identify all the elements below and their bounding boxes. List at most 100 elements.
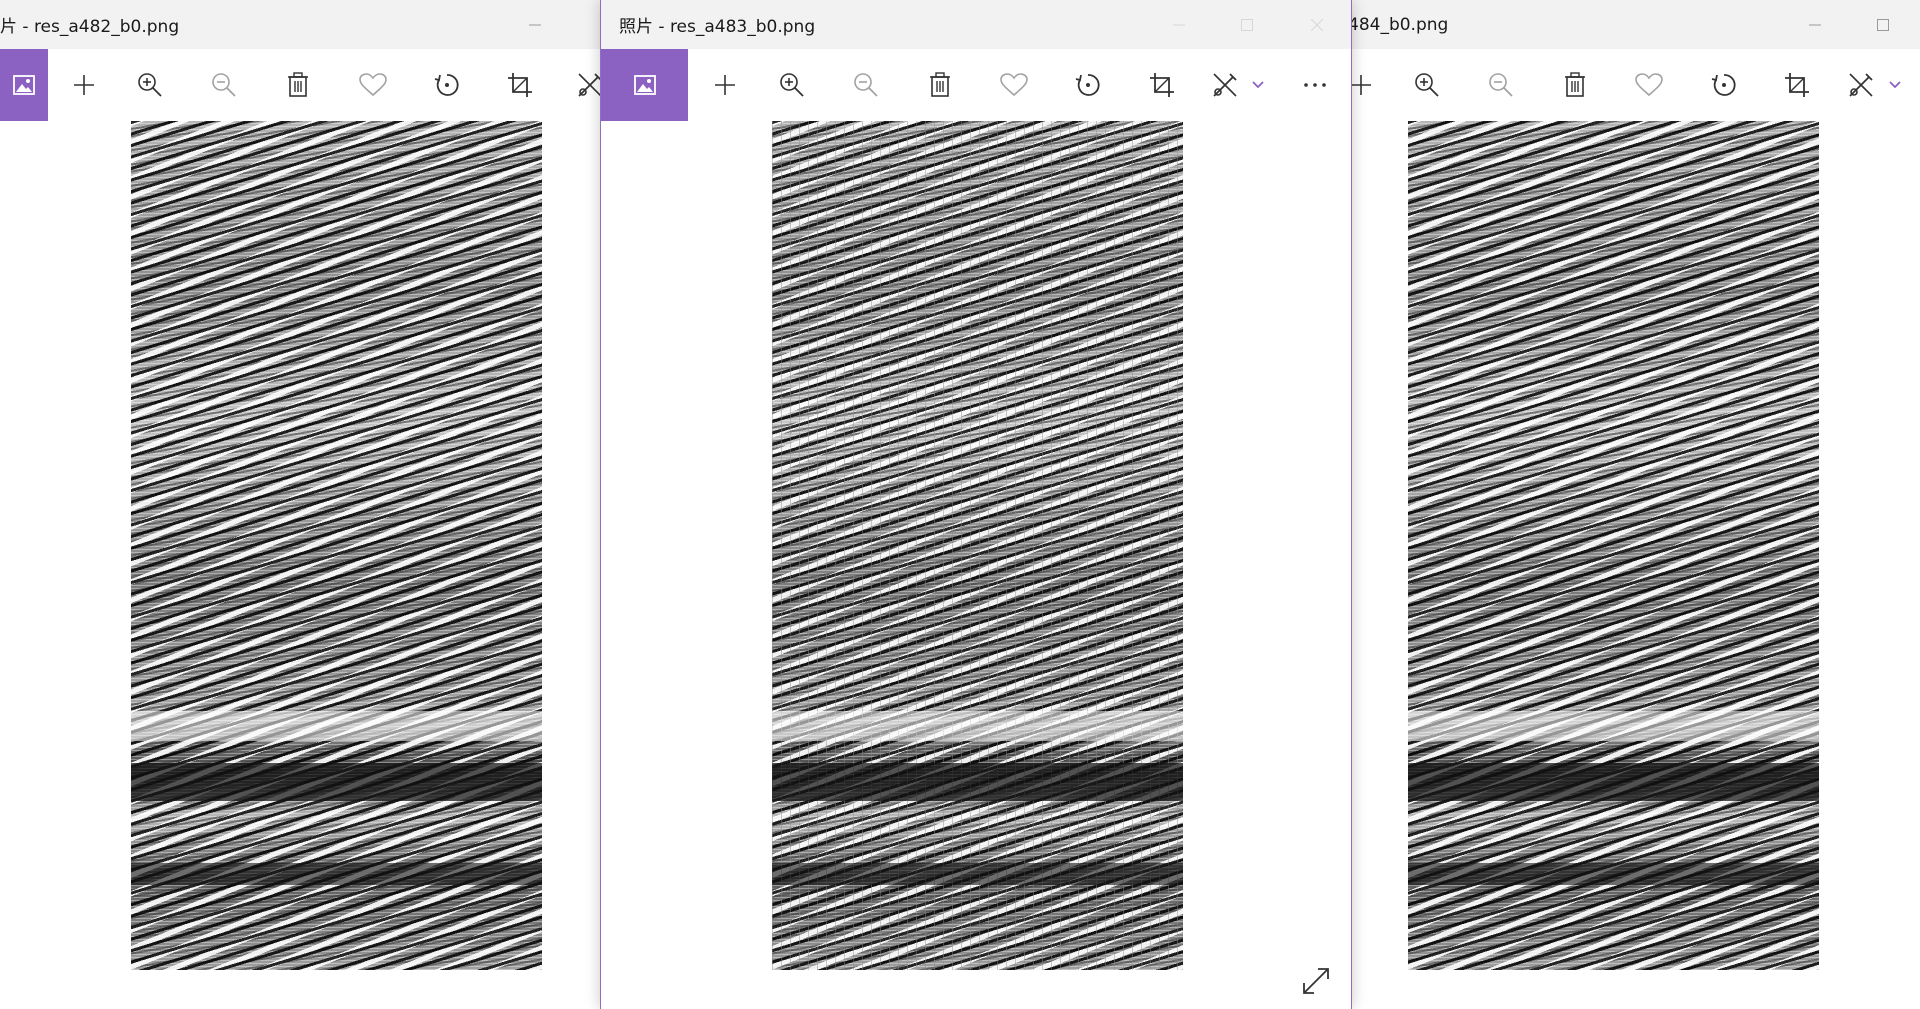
zoom-out-icon xyxy=(1489,73,1513,97)
title-bar[interactable]: 片 - res_a482_b0.png xyxy=(0,0,600,49)
favorite-button[interactable] xyxy=(348,49,398,121)
minimize-button[interactable] xyxy=(512,0,558,49)
edit-button[interactable] xyxy=(565,49,600,121)
delete-button[interactable] xyxy=(915,49,965,121)
image-viewport[interactable] xyxy=(601,121,1351,1009)
edit-button[interactable] xyxy=(1200,49,1250,121)
dark-band xyxy=(772,863,1183,885)
toolbar xyxy=(0,49,600,121)
edit-icon xyxy=(578,73,600,97)
photos-window-active: 照片 - res_a483_b0.png xyxy=(600,0,1352,1009)
close-button[interactable] xyxy=(1294,0,1340,49)
add-icon xyxy=(715,75,735,95)
add-icon xyxy=(1351,75,1371,95)
zoom-in-icon xyxy=(138,73,162,97)
favorite-icon xyxy=(1635,73,1663,97)
add-button[interactable] xyxy=(59,49,109,121)
zoom-in-button[interactable] xyxy=(125,49,175,121)
crop-icon xyxy=(508,73,532,97)
zoom-out-button[interactable] xyxy=(199,49,249,121)
dark-band xyxy=(1408,763,1819,801)
photos-window-right: 484_b0.png xyxy=(1348,0,1920,1009)
light-band xyxy=(131,711,542,741)
chevron-down-icon xyxy=(1889,81,1901,89)
dark-band xyxy=(131,863,542,885)
zoom-out-icon xyxy=(212,73,236,97)
delete-icon xyxy=(1565,72,1585,97)
minimize-icon xyxy=(529,24,541,25)
rotate-button[interactable] xyxy=(1063,49,1113,121)
photo-image xyxy=(772,121,1183,970)
toolbar xyxy=(1348,49,1920,121)
zoom-in-button[interactable] xyxy=(767,49,817,121)
crop-button[interactable] xyxy=(495,49,545,121)
crop-button[interactable] xyxy=(1772,49,1822,121)
edit-icon xyxy=(1213,73,1237,97)
zoom-out-button[interactable] xyxy=(841,49,891,121)
favorite-button[interactable] xyxy=(989,49,1039,121)
light-band xyxy=(1408,711,1819,741)
edit-dropdown-button[interactable] xyxy=(1249,49,1267,121)
rotate-button[interactable] xyxy=(1699,49,1749,121)
minimize-button[interactable] xyxy=(1156,0,1202,49)
image-icon xyxy=(13,75,35,95)
crop-button[interactable] xyxy=(1137,49,1187,121)
zoom-in-icon xyxy=(1415,73,1439,97)
edit-icon xyxy=(1849,73,1873,97)
rotate-icon xyxy=(434,74,459,96)
edit-button[interactable] xyxy=(1836,49,1886,121)
chevron-down-icon xyxy=(1252,81,1264,89)
add-icon xyxy=(74,75,94,95)
add-button[interactable] xyxy=(1348,49,1386,121)
crop-icon xyxy=(1150,73,1174,97)
image-icon xyxy=(633,75,656,95)
dark-band xyxy=(1408,863,1819,885)
window-title: 484_b0.png xyxy=(1348,14,1449,35)
delete-icon xyxy=(930,72,950,97)
favorite-button[interactable] xyxy=(1624,49,1674,121)
more-button[interactable] xyxy=(1290,49,1340,121)
image-viewport[interactable] xyxy=(0,121,600,1009)
zoom-in-button[interactable] xyxy=(1402,49,1452,121)
light-band xyxy=(772,711,1183,741)
favorite-icon xyxy=(359,73,387,97)
title-bar[interactable]: 484_b0.png xyxy=(1348,0,1920,49)
window-title: 照片 - res_a483_b0.png xyxy=(619,17,816,37)
image-button[interactable] xyxy=(0,49,48,121)
maximize-icon xyxy=(1877,18,1889,31)
toolbar xyxy=(601,49,1351,121)
desktop: 片 - res_a482_b0.png 484_b0.png 照片 - res_… xyxy=(0,0,1920,1009)
zoom-out-icon xyxy=(854,73,878,97)
maximize-button[interactable] xyxy=(1224,0,1270,49)
close-icon xyxy=(1311,18,1323,31)
zoom-in-icon xyxy=(780,73,804,97)
minimize-button[interactable] xyxy=(1792,0,1838,49)
title-bar[interactable]: 照片 - res_a483_b0.png xyxy=(601,0,1351,49)
zoom-out-button[interactable] xyxy=(1476,49,1526,121)
maximize-button[interactable] xyxy=(1860,0,1906,49)
minimize-icon xyxy=(1173,24,1185,25)
add-button[interactable] xyxy=(700,49,750,121)
rotate-icon xyxy=(1711,74,1736,96)
expand-icon xyxy=(1303,968,1329,994)
photo-image xyxy=(1408,121,1819,970)
photo-image xyxy=(131,121,542,970)
vertical-noise-overlay xyxy=(772,121,1183,970)
image-button[interactable] xyxy=(601,49,688,121)
crop-icon xyxy=(1785,73,1809,97)
image-viewport[interactable] xyxy=(1348,121,1920,1009)
favorite-icon xyxy=(1000,73,1028,97)
edit-dropdown-button[interactable] xyxy=(1886,49,1904,121)
delete-button[interactable] xyxy=(273,49,323,121)
dark-band xyxy=(772,763,1183,801)
maximize-icon xyxy=(1241,18,1253,31)
rotate-icon xyxy=(1075,74,1100,96)
rotate-button[interactable] xyxy=(422,49,472,121)
photos-window-left: 片 - res_a482_b0.png xyxy=(0,0,600,1009)
minimize-icon xyxy=(1809,24,1821,25)
full-screen-button[interactable] xyxy=(1294,959,1338,1003)
more-icon xyxy=(1304,83,1326,87)
window-title: 片 - res_a482_b0.png xyxy=(0,17,180,37)
delete-button[interactable] xyxy=(1550,49,1600,121)
dark-band xyxy=(131,763,542,801)
